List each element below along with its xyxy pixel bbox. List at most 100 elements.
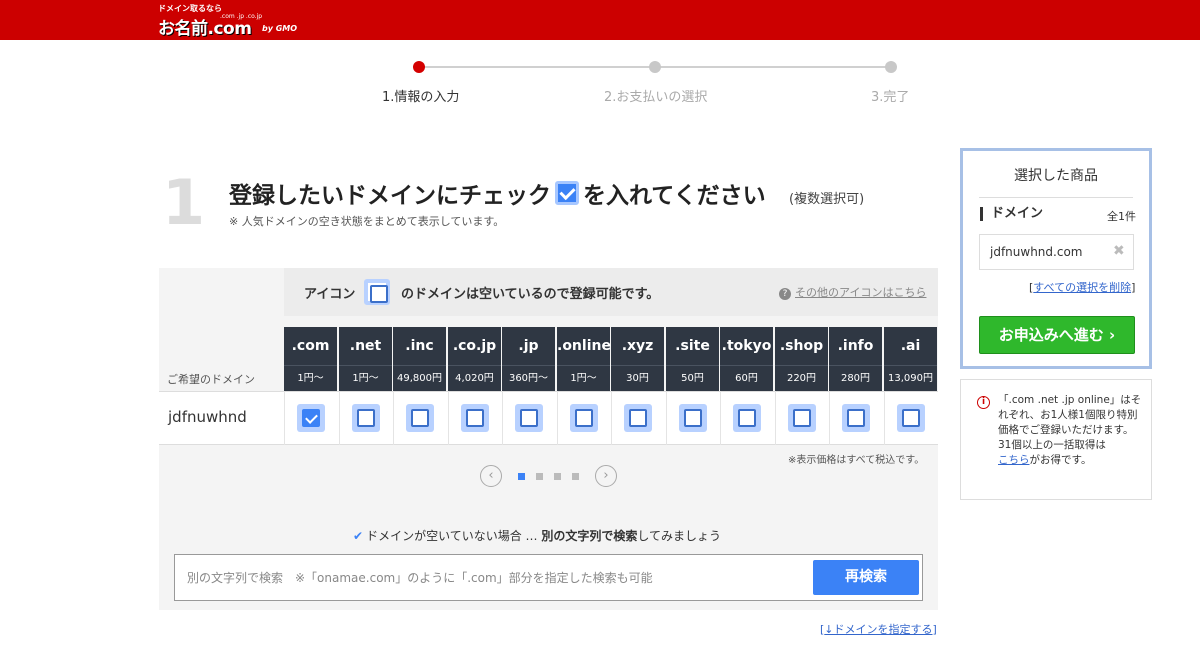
onamae-logo[interactable]: ドメイン取るなら .com .jp .co.jp お名前.com by GMO bbox=[158, 3, 303, 39]
logo-by: by GMO bbox=[262, 24, 298, 33]
search-hint: ✔ ドメインが空いていない場合 … 別の文字列で検索してみましょう bbox=[353, 527, 721, 544]
promo-text-2: 31個以上の一括取得は bbox=[998, 439, 1106, 451]
step-dot-2 bbox=[649, 61, 661, 73]
pager-dot-3[interactable] bbox=[554, 473, 561, 480]
desired-domain-label: ご希望のドメイン bbox=[167, 373, 255, 386]
logo-tagline: ドメイン取るなら bbox=[158, 4, 222, 13]
legend-suffix: のドメインは空いているので登録可能です。 bbox=[401, 287, 660, 302]
tld-price: 30円 bbox=[611, 365, 664, 391]
help-icon: ? bbox=[779, 288, 791, 300]
tld-header: .net bbox=[339, 327, 392, 365]
tld-price: 280円 bbox=[829, 365, 882, 391]
cell-divider bbox=[557, 391, 558, 445]
table-row bbox=[159, 391, 938, 445]
cart-count: 全1件 bbox=[1107, 210, 1136, 223]
tld-header: .tokyo bbox=[720, 327, 773, 365]
domain-checkbox-tokyo[interactable] bbox=[733, 404, 761, 432]
domain-checkbox-com[interactable] bbox=[297, 404, 325, 432]
pager-dot-4[interactable] bbox=[572, 473, 579, 480]
research-input[interactable] bbox=[187, 556, 807, 599]
cell-divider bbox=[339, 391, 340, 445]
domain-checkbox-net[interactable] bbox=[352, 404, 380, 432]
domain-checkbox-site[interactable] bbox=[679, 404, 707, 432]
research-box: 再検索 bbox=[174, 554, 923, 601]
remove-item-icon[interactable]: ✖ bbox=[1113, 243, 1125, 259]
progress-steps: 1.情報の入力 2.お支払いの選択 3.完了 bbox=[380, 60, 920, 105]
promo-text: 「.com .net .jp online」はそれぞれ、お1人様1個限り特別価格… bbox=[998, 393, 1144, 468]
logo-name: お名前.com bbox=[158, 19, 252, 39]
tld-price: 1円〜 bbox=[339, 365, 392, 391]
tld-price: 1円〜 bbox=[284, 365, 337, 391]
cell-divider bbox=[448, 391, 449, 445]
tld-header: .site bbox=[666, 327, 719, 365]
tld-header: .jp bbox=[502, 327, 555, 365]
cart-domain-label: ドメイン bbox=[980, 207, 1043, 221]
cart-item-name: jdfnuwhnd.com bbox=[990, 245, 1083, 259]
pager-dot-1[interactable] bbox=[518, 473, 525, 480]
tld-price: 49,800円 bbox=[393, 365, 446, 391]
search-hint-bold: 別の文字列で検索 bbox=[541, 529, 638, 543]
section-title-part2: を入れてください bbox=[583, 183, 766, 209]
domain-checkbox-xyz[interactable] bbox=[624, 404, 652, 432]
domain-checkbox-info[interactable] bbox=[842, 404, 870, 432]
section-number: 1 bbox=[162, 166, 206, 239]
tld-price: 60円 bbox=[720, 365, 773, 391]
step-label-3: 3.完了 bbox=[871, 90, 910, 105]
other-icons-link[interactable]: ? その他のアイコンはこちら bbox=[779, 284, 926, 300]
icon-legend: アイコン のドメインは空いているので登録可能です。 ? その他のアイコンはこちら bbox=[284, 268, 938, 316]
search-hint-pre: ドメインが空いていない場合 … bbox=[366, 529, 542, 543]
cart-title: 選択した商品 bbox=[1014, 168, 1098, 184]
checkmark-icon: ✔ bbox=[353, 529, 364, 543]
domain-checkbox-cojp[interactable] bbox=[461, 404, 489, 432]
tld-price: 1円〜 bbox=[557, 365, 610, 391]
cell-divider bbox=[502, 391, 503, 445]
domain-checkbox-jp[interactable] bbox=[515, 404, 543, 432]
cell-divider bbox=[720, 391, 721, 445]
cart-divider bbox=[979, 197, 1133, 198]
specify-domain-link[interactable]: [↓ドメインを指定する] bbox=[820, 621, 937, 637]
tld-header: .xyz bbox=[611, 327, 664, 365]
pager-prev-button[interactable]: ‹ bbox=[480, 465, 502, 487]
section-title-part1: 登録したいドメインにチェック bbox=[229, 183, 551, 209]
clear-all-link[interactable]: [すべての選択を削除] bbox=[1029, 279, 1135, 295]
step-label-1: 1.情報の入力 bbox=[382, 90, 460, 105]
domain-checkbox-ai[interactable] bbox=[897, 404, 925, 432]
research-button[interactable]: 再検索 bbox=[813, 560, 919, 595]
cell-divider bbox=[393, 391, 394, 445]
desired-domain-name: jdfnuwhnd bbox=[168, 408, 247, 426]
section-note: ※ 人気ドメインの空き状態をまとめて表示しています。 bbox=[229, 215, 505, 228]
tld-price: 4,020円 bbox=[448, 365, 501, 391]
pager-dot-2[interactable] bbox=[536, 473, 543, 480]
tax-note: ※表示価格はすべて税込です。 bbox=[788, 455, 925, 466]
tld-price: 360円〜 bbox=[502, 365, 555, 391]
cell-divider bbox=[284, 391, 285, 445]
promo-text-1: 「.com .net .jp online」はそれぞれ、お1人様1個限り特別価格… bbox=[998, 394, 1142, 436]
cart-item: jdfnuwhnd.com ✖ bbox=[979, 234, 1134, 270]
tld-header: .com bbox=[284, 327, 337, 365]
cell-divider bbox=[611, 391, 612, 445]
other-icons-link-text: その他のアイコンはこちら bbox=[795, 286, 927, 299]
promo-box: i 「.com .net .jp online」はそれぞれ、お1人様1個限り特別… bbox=[960, 379, 1152, 500]
domain-checkbox-inc[interactable] bbox=[406, 404, 434, 432]
bulk-order-link[interactable]: こちら bbox=[998, 454, 1030, 466]
checkbox-checked-icon bbox=[555, 181, 579, 205]
legend-prefix: アイコン bbox=[304, 287, 356, 302]
domain-checkbox-online[interactable] bbox=[570, 404, 598, 432]
info-icon: i bbox=[977, 396, 990, 409]
step-dot-1 bbox=[413, 61, 425, 73]
cell-divider bbox=[884, 391, 885, 445]
tld-price: 13,090円 bbox=[884, 365, 937, 391]
domain-checkbox-shop[interactable] bbox=[788, 404, 816, 432]
tld-price: 50円 bbox=[666, 365, 719, 391]
tld-price: 220円 bbox=[775, 365, 828, 391]
step-dot-3 bbox=[885, 61, 897, 73]
site-header: ドメイン取るなら .com .jp .co.jp お名前.com by GMO bbox=[0, 0, 1200, 40]
search-hint-post: してみましょう bbox=[637, 529, 722, 543]
cell-divider bbox=[829, 391, 830, 445]
specify-domain-link-text: ↓ドメインを指定する bbox=[824, 623, 933, 636]
clear-all-link-text: すべての選択を削除 bbox=[1033, 281, 1132, 294]
proceed-to-order-button[interactable]: お申込みへ進む › bbox=[979, 316, 1135, 354]
pager-next-button[interactable]: › bbox=[595, 465, 617, 487]
tld-header: .ai bbox=[884, 327, 937, 365]
step-line bbox=[654, 66, 890, 68]
